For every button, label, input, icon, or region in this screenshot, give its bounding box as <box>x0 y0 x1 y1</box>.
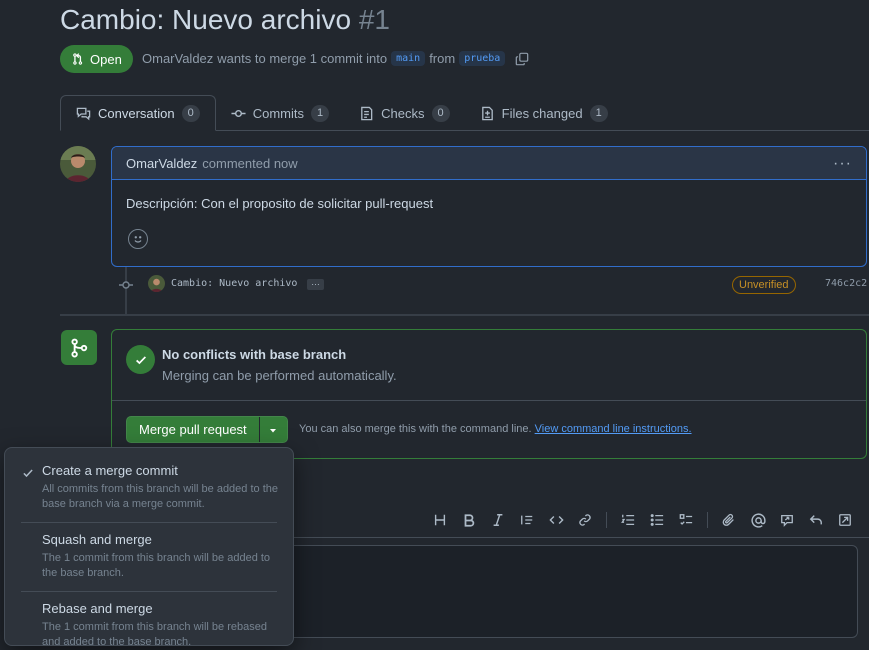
commit-expand-button[interactable]: … <box>307 278 324 290</box>
comment-author[interactable]: OmarValdez <box>126 156 197 171</box>
mention-icon[interactable] <box>748 510 768 530</box>
tab-commits[interactable]: Commits 1 <box>216 95 344 131</box>
merge-option-rebase[interactable]: Rebase and merge The 1 commit from this … <box>5 591 293 650</box>
head-branch[interactable]: prueba <box>459 51 506 66</box>
tab-label: Conversation <box>98 105 175 121</box>
comment-textarea[interactable] <box>283 545 858 638</box>
tab-counter: 1 <box>589 104 608 122</box>
editor-tabs-divider <box>293 537 869 538</box>
pr-title: Cambio: Nuevo archivo #1 <box>60 4 390 36</box>
tab-counter: 0 <box>431 104 450 122</box>
comment-time[interactable]: commented now <box>202 156 297 171</box>
merge-button-group: Merge pull request <box>126 416 288 443</box>
check-icon <box>23 469 33 478</box>
tab-files-changed[interactable]: Files changed 1 <box>465 95 623 131</box>
commit-sha-link[interactable]: 746c2c2 <box>825 278 867 289</box>
unordered-list-icon[interactable] <box>647 510 667 530</box>
checks-icon <box>361 106 373 120</box>
toolbar-divider <box>707 512 708 528</box>
base-branch[interactable]: main <box>391 51 426 66</box>
toolbar-divider <box>606 512 607 528</box>
merge-method-menu: Create a merge commit All commits from t… <box>4 447 294 648</box>
italic-icon[interactable] <box>488 510 508 530</box>
reference-icon[interactable] <box>777 510 797 530</box>
conversation-icon <box>76 107 91 120</box>
code-icon[interactable] <box>546 510 566 530</box>
command-line-instructions-link[interactable]: View command line instructions. <box>535 423 692 435</box>
heading-icon[interactable] <box>430 510 450 530</box>
commit-message-link[interactable]: Cambio: Nuevo archivo <box>171 278 297 289</box>
file-diff-icon <box>481 106 493 120</box>
attach-icon[interactable] <box>719 510 739 530</box>
tab-conversation[interactable]: Conversation 0 <box>60 95 216 131</box>
state-badge: Open <box>60 45 133 73</box>
avatar[interactable] <box>60 146 96 182</box>
merge-hint: You can also merge this with the command… <box>299 423 692 435</box>
comment-body: Descripción: Con el proposito de solicit… <box>126 196 434 211</box>
pull-request-icon <box>73 53 83 65</box>
copy-icon[interactable] <box>515 52 529 66</box>
pr-number: #1 <box>358 4 390 35</box>
commit-icon <box>231 109 246 117</box>
smiley-icon <box>134 236 142 243</box>
tab-checks[interactable]: Checks 0 <box>344 95 464 131</box>
merge-option-create-merge-commit[interactable]: Create a merge commit All commits from t… <box>5 453 293 522</box>
merge-option-description: All commits from this branch will be add… <box>42 483 278 510</box>
add-reaction-button[interactable] <box>128 229 148 249</box>
merge-option-description: The 1 commit from this branch will be ad… <box>42 552 271 579</box>
comment-header: OmarValdez commented now ··· <box>112 147 866 180</box>
tab-counter: 0 <box>181 104 200 122</box>
merge-option-title: Rebase and merge <box>42 601 153 616</box>
merge-status: No conflicts with base branch Merging ca… <box>112 330 866 401</box>
merge-box: No conflicts with base branch Merging ca… <box>111 329 867 459</box>
markdown-toolbar <box>430 510 855 530</box>
tab-label: Files changed <box>501 105 583 121</box>
bold-icon[interactable] <box>459 510 479 530</box>
merge-hint-text: You can also merge this with the command… <box>299 423 532 435</box>
check-circle-icon <box>126 345 155 374</box>
pr-meta: OmarValdez wants to merge 1 commit into … <box>142 51 529 66</box>
task-list-icon[interactable] <box>676 510 696 530</box>
pr-author-link[interactable]: OmarValdez <box>142 51 213 66</box>
tab-counter: 1 <box>311 104 330 122</box>
pr-title-text: Cambio: Nuevo archivo <box>60 4 352 35</box>
tab-label: Checks <box>381 105 425 121</box>
quote-icon[interactable] <box>517 510 537 530</box>
merge-status-subtitle: Merging can be performed automatically. <box>162 368 397 383</box>
fullscreen-icon[interactable] <box>835 510 855 530</box>
merge-option-title: Create a merge commit <box>42 463 178 478</box>
avatar-image <box>60 146 96 182</box>
merge-option-description: The 1 commit from this branch will be re… <box>42 621 267 648</box>
commit-node-icon <box>119 278 133 292</box>
merge-status-title: No conflicts with base branch <box>162 347 347 362</box>
comment-box: OmarValdez commented now ··· Descripción… <box>111 146 867 267</box>
merge-option-title: Squash and merge <box>42 532 152 547</box>
merge-option-squash[interactable]: Squash and merge The 1 commit from this … <box>5 522 293 591</box>
state-label: Open <box>90 51 122 67</box>
pr-from-text: from <box>429 51 456 66</box>
reply-icon[interactable] <box>806 510 826 530</box>
triangle-down-icon <box>270 428 277 432</box>
kebab-menu-icon[interactable]: ··· <box>833 155 852 173</box>
ordered-list-icon[interactable] <box>618 510 638 530</box>
git-merge-icon <box>61 330 97 365</box>
unverified-badge[interactable]: Unverified <box>732 276 796 294</box>
timeline-divider <box>60 314 869 316</box>
tab-label: Commits <box>252 105 305 121</box>
link-icon[interactable] <box>575 510 595 530</box>
pr-merge-text: wants to merge 1 commit into <box>217 51 388 66</box>
merge-method-dropdown-button[interactable] <box>258 417 287 442</box>
commit-author-avatar[interactable] <box>148 275 165 292</box>
pr-tabs: Conversation 0 Commits 1 Checks 0 Files … <box>60 95 623 131</box>
merge-pull-request-button[interactable]: Merge pull request <box>127 417 259 442</box>
